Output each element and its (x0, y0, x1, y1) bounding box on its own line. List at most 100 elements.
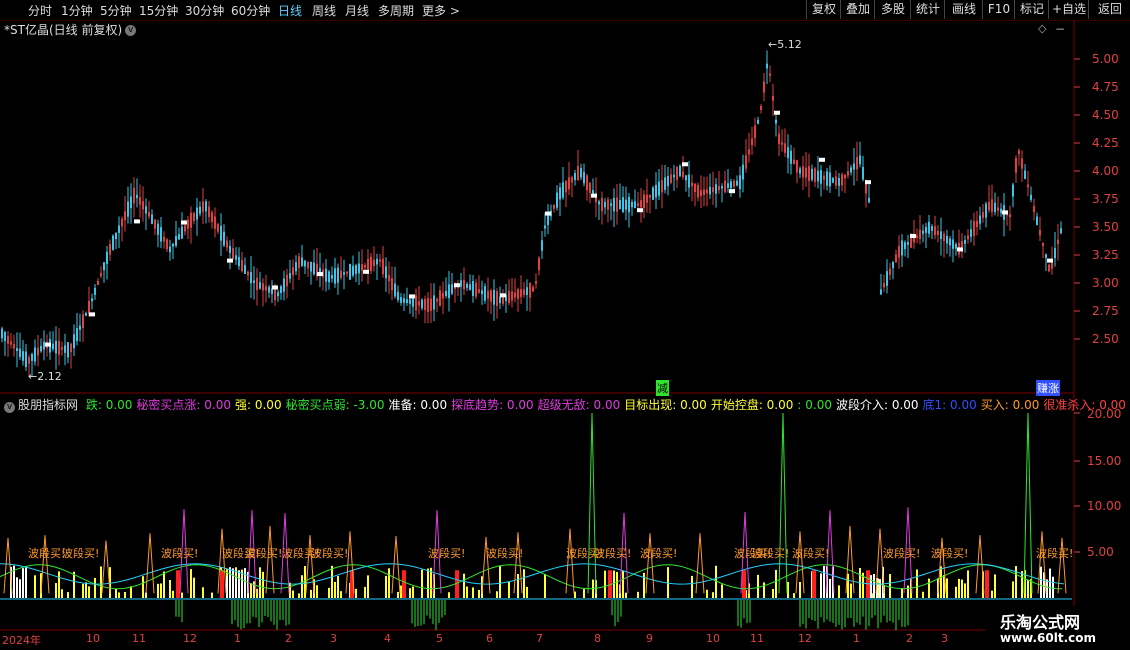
chevron-down-icon[interactable]: v (125, 25, 137, 36)
candle-body (1006, 212, 1008, 216)
candle-body (241, 259, 243, 272)
period-tab[interactable]: 月线 (345, 2, 369, 19)
minus-icon[interactable]: − (1055, 22, 1065, 36)
indicator-bar (160, 583, 162, 598)
diamond-icon[interactable]: ◇ (1038, 22, 1046, 35)
indicator-bar (823, 576, 825, 598)
toolbar-button[interactable]: 复权 (806, 0, 841, 19)
indicator-bar (812, 570, 816, 598)
indicator-bar (334, 581, 336, 598)
toolbar-button[interactable]: 叠加 (840, 0, 875, 19)
indicator-bar (181, 592, 183, 598)
indicator-bar (229, 573, 231, 598)
period-tab[interactable]: 60分钟 (231, 2, 270, 19)
candle-body (16, 348, 18, 352)
candle-body (1057, 239, 1059, 245)
indicator-item: 准备: 0.00 (388, 398, 448, 412)
period-tab[interactable]: 30分钟 (185, 2, 224, 19)
signal-marker-dot (317, 272, 323, 277)
candle-body (418, 301, 420, 306)
watermark-url: www.60lt.com (1000, 631, 1097, 645)
candle-body (70, 343, 72, 353)
indicator-bar (625, 592, 627, 598)
indicator-bar (901, 588, 903, 598)
candle-body (424, 298, 426, 310)
indicator-bar (879, 579, 881, 598)
wave-buy-label: 波段买! (883, 547, 921, 560)
indicator-bar (1012, 581, 1014, 598)
indicator-bar (421, 569, 423, 598)
indicator-bar (94, 577, 96, 598)
more-periods[interactable]: 更多 > (422, 2, 460, 19)
watermark-title: 乐淘公式网 (1000, 613, 1081, 632)
toolbar-button[interactable]: 标记 (1014, 0, 1049, 19)
indicator-bar (499, 565, 501, 598)
candle-body (763, 81, 765, 93)
candle-body (163, 237, 165, 242)
candle-body (988, 201, 990, 211)
period-tab[interactable]: 5分钟 (100, 2, 132, 19)
candle-body (805, 167, 807, 178)
candle-body (442, 292, 444, 299)
candle-body (391, 277, 393, 291)
toolbar-button[interactable]: F10 (982, 0, 1015, 19)
candle-body (289, 273, 291, 279)
candle-body (397, 291, 399, 300)
candle-body (313, 262, 315, 275)
indicator-bar (757, 574, 759, 598)
wave-buy-label: 波段买! (161, 547, 199, 560)
candle-body (349, 263, 351, 280)
signal-marker-dot (227, 258, 233, 263)
candle-body (916, 235, 918, 238)
candle-body (283, 278, 285, 292)
candle-body (478, 289, 480, 293)
indicator-bar (1027, 579, 1029, 598)
candle-body (307, 261, 309, 269)
indicator-tick-label: 15.00 (1087, 454, 1122, 468)
chart-title[interactable]: *ST亿晶(日线 前复权) v (4, 21, 137, 38)
period-tab-daily[interactable]: 日线 (278, 2, 302, 19)
indicator-item: 秘密买点弱: -3.00 (285, 398, 385, 412)
indicator-bar (262, 571, 264, 598)
candle-body (937, 230, 939, 235)
candle-body (175, 236, 177, 246)
indicator-spike (778, 412, 788, 594)
toolbar-button[interactable]: 画线 (944, 0, 983, 19)
indicator-bar (455, 570, 459, 598)
candle-body (1021, 158, 1023, 169)
candle-body (598, 201, 600, 205)
candle-body (904, 242, 906, 250)
indicator-bar (643, 572, 645, 598)
indicator-bar (775, 569, 777, 598)
date-tick-label: 4 (384, 632, 391, 645)
candle-body (610, 203, 612, 206)
indicator-spike (3, 537, 13, 594)
candle-body (130, 196, 132, 209)
indicator-bar (691, 575, 693, 598)
candle-body (118, 225, 120, 233)
indicator-spike (695, 533, 705, 594)
toolbar-button[interactable]: +自选 (1048, 0, 1089, 19)
indicator-bar (1049, 568, 1051, 598)
indicator-bar (130, 586, 132, 598)
period-tab[interactable]: 15分钟 (139, 2, 178, 19)
candle-body (865, 179, 867, 194)
candle-body (997, 207, 999, 211)
period-tab[interactable]: 分时 (28, 2, 52, 19)
reduce-marker: 减 (656, 380, 669, 396)
candle-body (553, 204, 555, 209)
period-tab[interactable]: 多周期 (378, 2, 414, 19)
candle-body (1051, 259, 1053, 269)
candle-body (1015, 158, 1017, 173)
candle-body (1027, 184, 1029, 188)
candle-body (970, 229, 972, 237)
indicator-bar (1040, 566, 1042, 598)
period-tab[interactable]: 1分钟 (61, 2, 93, 19)
wave-buy-label: 波段买! (62, 547, 100, 560)
period-tab[interactable]: 周线 (312, 2, 336, 19)
candle-body (406, 299, 408, 303)
chevron-down-icon[interactable]: v (4, 402, 15, 413)
toolbar-button[interactable]: 返回 (1088, 0, 1130, 19)
toolbar-button[interactable]: 统计 (910, 0, 945, 19)
toolbar-button[interactable]: 多股 (874, 0, 911, 19)
